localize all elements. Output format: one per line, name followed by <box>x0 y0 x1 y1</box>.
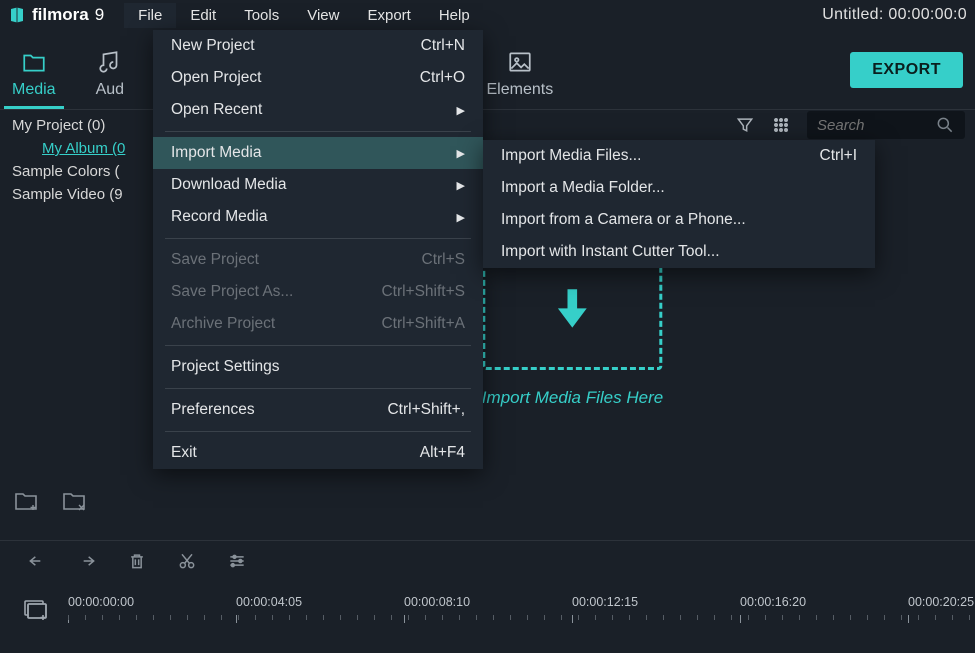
new-folder-icon[interactable] <box>14 490 40 512</box>
menu-archive-project: Archive ProjectCtrl+Shift+A <box>153 308 483 340</box>
submenu-import-files[interactable]: Import Media Files...Ctrl+I <box>483 140 875 172</box>
dropzone-text: Import Media Files Here <box>482 388 663 408</box>
delete-icon[interactable] <box>126 551 148 571</box>
timeline-mark: 00:00:12:15 <box>572 595 638 609</box>
delete-folder-icon[interactable] <box>62 490 88 512</box>
submenu-import-camera[interactable]: Import from a Camera or a Phone... <box>483 204 875 236</box>
submenu-import-cutter[interactable]: Import with Instant Cutter Tool... <box>483 236 875 268</box>
menu-tools[interactable]: Tools <box>230 3 293 28</box>
search-box[interactable] <box>807 111 965 139</box>
import-dropzone[interactable]: Import Media Files Here <box>482 250 663 408</box>
sidebar-footer <box>14 490 88 512</box>
menu-exit[interactable]: ExitAlt+F4 <box>153 437 483 469</box>
menu-file[interactable]: File <box>124 3 176 28</box>
submenu-arrow-icon: ▶ <box>427 211 465 224</box>
submenu-arrow-icon: ▶ <box>427 179 465 192</box>
import-media-submenu: Import Media Files...Ctrl+I Import a Med… <box>483 140 875 268</box>
add-track-button[interactable] <box>12 593 60 625</box>
menu-help[interactable]: Help <box>425 3 484 28</box>
tab-label: Aud <box>96 81 124 99</box>
menu-project-settings[interactable]: Project Settings <box>153 351 483 383</box>
menu-save-project: Save ProjectCtrl+S <box>153 244 483 276</box>
project-tree: My Project (0) My Album (0 Sample Colors… <box>0 110 170 490</box>
menu-import-media[interactable]: Import Media▶ <box>153 137 483 169</box>
export-button[interactable]: EXPORT <box>850 52 963 88</box>
edit-toolstrip <box>0 540 975 580</box>
menu-view[interactable]: View <box>293 3 353 28</box>
tab-label: Media <box>12 81 56 99</box>
submenu-arrow-icon: ▶ <box>427 147 465 160</box>
sliders-icon[interactable] <box>226 551 248 571</box>
menu-download-media[interactable]: Download Media▶ <box>153 169 483 201</box>
folder-icon <box>21 49 47 75</box>
menu-edit[interactable]: Edit <box>176 3 230 28</box>
submenu-import-folder[interactable]: Import a Media Folder... <box>483 172 875 204</box>
redo-icon[interactable] <box>76 551 98 571</box>
image-icon <box>507 49 533 75</box>
timeline-mark: 00:00:16:20 <box>740 595 806 609</box>
tree-item[interactable]: Sample Video (9 <box>8 183 162 206</box>
app-version: 9 <box>95 5 104 25</box>
timeline-mark: 00:00:20:25 <box>908 595 974 609</box>
menu-save-project-as: Save Project As...Ctrl+Shift+S <box>153 276 483 308</box>
menubar: filmora 9 File Edit Tools View Export Hel… <box>0 0 975 30</box>
dropzone-folder-icon <box>482 250 662 370</box>
music-icon <box>97 49 123 75</box>
menu-separator <box>165 131 471 132</box>
menu-record-media[interactable]: Record Media▶ <box>153 201 483 233</box>
menu-new-project[interactable]: New ProjectCtrl+N <box>153 30 483 62</box>
menu-separator <box>165 431 471 432</box>
timeline-ruler[interactable]: 00:00:00:00 00:00:04:05 00:00:08:10 00:0… <box>66 585 975 637</box>
menu-preferences[interactable]: PreferencesCtrl+Shift+, <box>153 394 483 426</box>
search-input[interactable] <box>817 117 927 134</box>
timeline-mark: 00:00:04:05 <box>236 595 302 609</box>
tab-media[interactable]: Media <box>12 49 56 109</box>
menu-separator <box>165 238 471 239</box>
project-title-timecode: Untitled: 00:00:00:0 <box>822 6 967 24</box>
cut-icon[interactable] <box>176 551 198 571</box>
menu-separator <box>165 388 471 389</box>
grid-view-icon[interactable] <box>771 115 791 135</box>
menu-export[interactable]: Export <box>353 3 424 28</box>
filmora-logo-icon <box>8 6 26 24</box>
tree-item[interactable]: Sample Colors ( <box>8 160 162 183</box>
tab-elements[interactable]: Elements <box>487 49 554 109</box>
tab-label: Elements <box>487 81 554 99</box>
timeline-mark: 00:00:08:10 <box>404 595 470 609</box>
tree-item[interactable]: My Project (0) <box>8 114 162 137</box>
filter-icon[interactable] <box>735 115 755 135</box>
file-menu: New ProjectCtrl+N Open ProjectCtrl+O Ope… <box>153 30 483 469</box>
app-name: filmora <box>32 5 89 25</box>
tree-item[interactable]: My Album (0 <box>8 137 162 160</box>
menu-separator <box>165 345 471 346</box>
menu-open-recent[interactable]: Open Recent▶ <box>153 94 483 126</box>
timeline: 00:00:00:00 00:00:04:05 00:00:08:10 00:0… <box>0 585 975 653</box>
menu-open-project[interactable]: Open ProjectCtrl+O <box>153 62 483 94</box>
timeline-mark: 00:00:00:00 <box>68 595 134 609</box>
menu-items: File Edit Tools View Export Help <box>124 3 484 28</box>
submenu-arrow-icon: ▶ <box>427 104 465 117</box>
download-arrow-icon <box>552 286 592 334</box>
ribbon: Media Aud ts Elements EXPORT <box>0 30 975 110</box>
search-icon[interactable] <box>935 115 955 135</box>
app-logo: filmora 9 <box>8 5 104 25</box>
tab-audio[interactable]: Aud <box>96 49 124 109</box>
undo-icon[interactable] <box>26 551 48 571</box>
